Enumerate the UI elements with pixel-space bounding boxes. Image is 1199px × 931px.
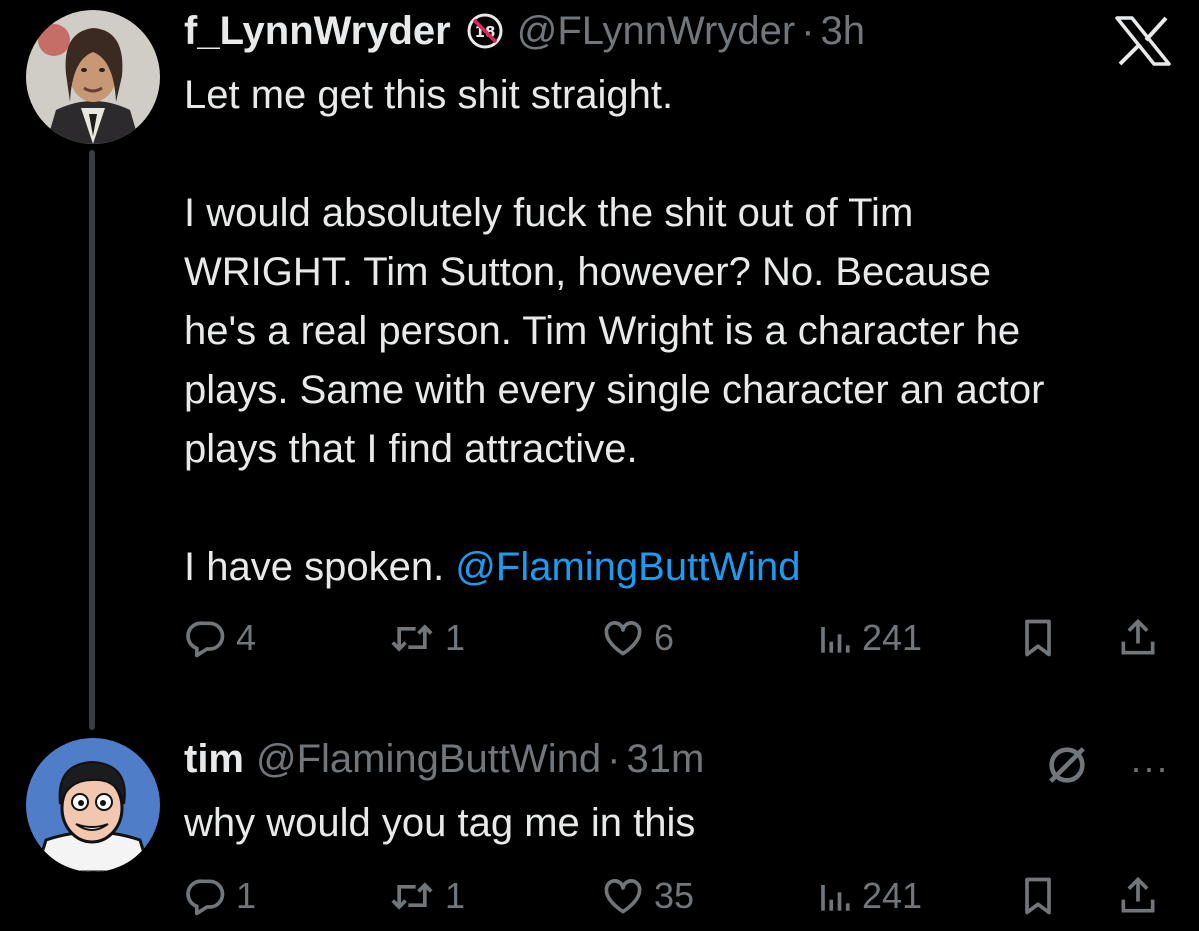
repost-count: 1 [445,875,466,916]
tweet-line: I would absolutely fuck the shit out of … [184,191,914,235]
timestamp[interactable]: 3h [821,7,866,55]
avatar-f-lynnwryder[interactable] [26,10,160,144]
views-button[interactable]: 241 [814,614,922,662]
tweet-action-bar: 4 1 6 241 [184,614,1174,662]
avatar-image [26,738,160,872]
tweet-line: plays that I find attractive. [184,427,638,471]
tweet-paragraph: I would absolutely fuck the shit out of … [184,184,1184,479]
tweet-paragraph: Let me get this shit straight. [184,73,674,117]
user-handle[interactable]: @FLynnWryder [517,7,795,55]
like-button[interactable]: 6 [600,614,674,662]
tweet-line: he's a real person. Tim Wright is a char… [184,309,1021,353]
views-icon [821,627,850,653]
views-icon [821,885,850,911]
repost-button[interactable]: 1 [387,872,465,920]
like-count: 35 [654,875,695,916]
share-button[interactable] [1116,614,1160,662]
views-button[interactable]: 241 [814,872,922,920]
x-logo-icon [1114,16,1172,66]
display-name[interactable]: f_LynnWryder [184,7,451,55]
tweet-header: f_LynnWryder 18 @FLynnWryder · 3h [184,7,865,55]
bookmark-button[interactable] [1018,872,1058,920]
repost-count: 1 [445,617,466,658]
reply-body: why would you tag me in this [184,794,695,853]
thread-connector-line [89,150,95,730]
like-icon [604,621,642,656]
like-count: 6 [654,617,675,658]
bookmark-button[interactable] [1018,614,1058,662]
reply-button[interactable]: 4 [184,614,256,662]
avatar-tim[interactable] [26,738,160,872]
reply-count: 4 [236,617,257,658]
mention-link[interactable]: @FlamingButtWind [455,545,800,589]
tweet-body: Let me get this shit straight. I would a… [184,66,1184,597]
user-handle[interactable]: @FlamingButtWind [256,735,601,783]
share-icon [1121,618,1155,655]
reply-header: tim @FlamingButtWind · 31m [184,735,704,783]
bookmark-icon [1025,877,1051,915]
18-plus-icon: 18 [465,11,505,51]
avatar-image [26,10,160,144]
reply-icon [186,621,225,658]
reply-count: 1 [236,875,257,916]
separator-dot: · [801,9,815,53]
display-name[interactable]: tim [184,735,244,783]
view-count: 241 [862,875,923,916]
no-replies-icon[interactable] [1044,742,1090,793]
reply-action-bar: 1 1 35 241 [184,872,1174,920]
repost-icon [391,624,433,652]
tweet-text: I have spoken. [184,545,456,589]
view-count: 241 [862,617,923,658]
reply-button[interactable]: 1 [184,872,256,920]
share-button[interactable] [1116,872,1160,920]
like-button[interactable]: 35 [600,872,694,920]
tweet-line: WRIGHT. Tim Sutton, however? No. Because [184,250,991,294]
reply-tools: ··· [1044,742,1169,793]
bookmark-icon [1025,619,1051,657]
tweet-paragraph: why would you tag me in this [184,801,696,845]
reply-icon [186,879,225,916]
tweet-paragraph: I have spoken. @FlamingButtWind [184,538,1184,597]
separator-dot: · [607,737,621,781]
repost-icon [391,882,433,910]
timestamp[interactable]: 31m [626,735,704,783]
like-icon [604,879,642,914]
share-icon [1121,876,1155,913]
repost-button[interactable]: 1 [387,614,465,662]
tweet-line: plays. Same with every single character … [184,368,1045,412]
more-icon[interactable]: ··· [1130,749,1169,786]
